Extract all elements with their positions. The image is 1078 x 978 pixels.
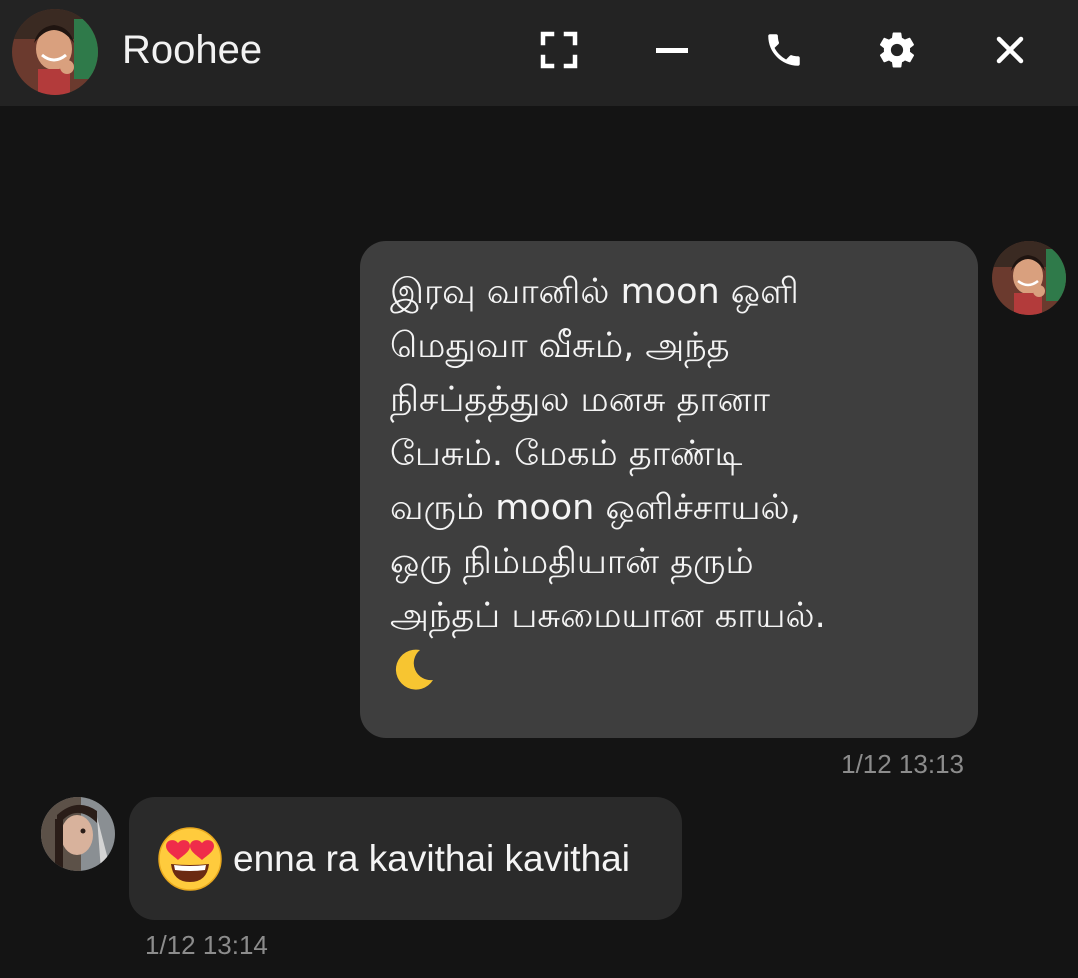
close-button[interactable] xyxy=(984,24,1036,76)
incoming-message-bubble[interactable]: enna ra kavithai kavithai xyxy=(129,797,682,920)
contact-avatar-icon[interactable] xyxy=(12,9,98,95)
fullscreen-icon xyxy=(540,31,578,69)
phone-icon xyxy=(768,34,800,66)
recipient-avatar-icon[interactable] xyxy=(41,797,115,871)
crescent-moon-icon xyxy=(395,649,433,690)
call-button[interactable] xyxy=(758,24,810,76)
settings-button[interactable] xyxy=(871,24,923,76)
gear-icon xyxy=(879,32,915,68)
sender-avatar-icon[interactable] xyxy=(992,241,1066,315)
contact-name: Roohee xyxy=(122,28,263,72)
outgoing-message-text: இரவு வானில் moon ஒளி மெதுவா வீசும், அந்த… xyxy=(390,272,826,636)
expand-button[interactable] xyxy=(533,24,585,76)
outgoing-message-bubble[interactable]: இரவு வானில் moon ஒளி மெதுவா வீசும், அந்த… xyxy=(360,241,978,738)
outgoing-message-timestamp: 1/12 13:13 xyxy=(841,749,964,779)
heart-eyes-emoji-icon xyxy=(158,826,222,891)
minimize-button[interactable] xyxy=(646,24,698,76)
incoming-message-text: enna ra kavithai kavithai xyxy=(233,837,630,879)
chat-header: Roohee xyxy=(0,0,1078,106)
chat-window: Roohee இரவு வானில் moon ஒளி மெதுவா வீசும… xyxy=(0,0,1078,978)
minimize-icon xyxy=(656,48,688,53)
incoming-message-timestamp: 1/12 13:14 xyxy=(145,930,268,960)
close-icon xyxy=(996,36,1024,64)
